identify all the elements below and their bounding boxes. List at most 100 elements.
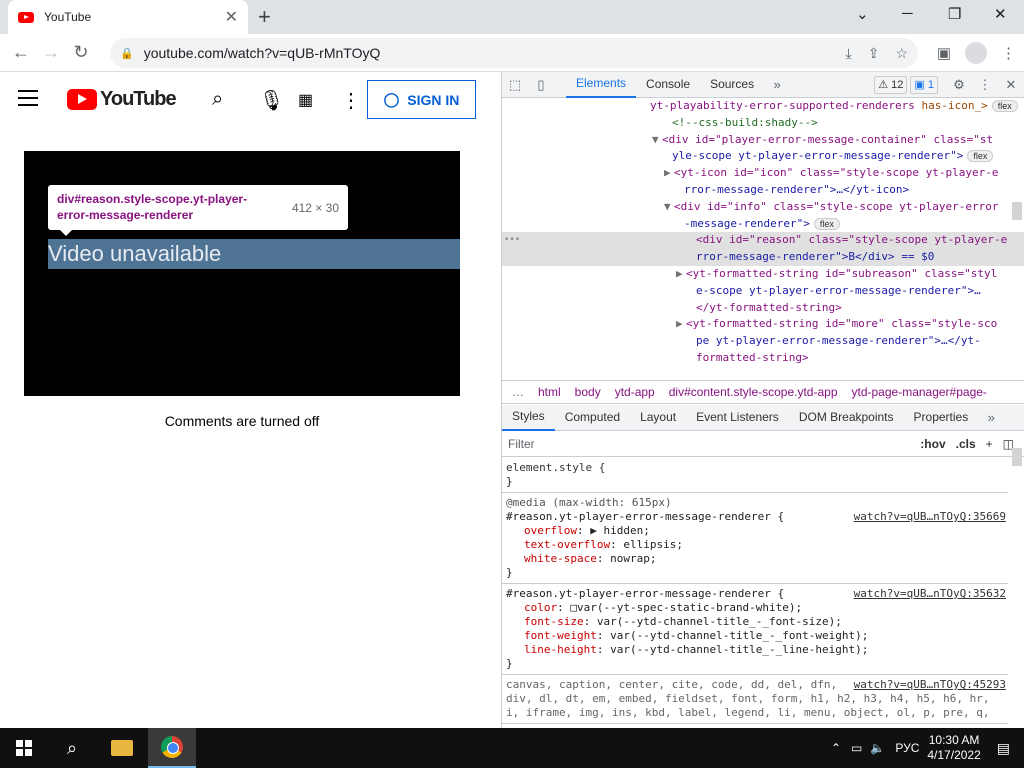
dom-node-line[interactable]: yt-playability-error-supported-renderers… <box>502 98 1024 115</box>
clock[interactable]: 10:30 AM 4/17/2022 <box>927 733 980 763</box>
dom-node-line[interactable]: ▶ <yt-formatted-string id="subreason" cla… <box>502 266 1024 283</box>
breadcrumb-item[interactable]: ytd-app <box>615 385 655 399</box>
more-tabs-chevron-icon[interactable]: » <box>764 77 790 92</box>
styles-scrollbar[interactable] <box>1012 448 1022 466</box>
ua-selector-line[interactable]: div, dl, dt, em, embed, fieldset, font, … <box>506 692 1004 706</box>
device-toolbar-icon[interactable]: ▯ <box>528 77 554 93</box>
url-text[interactable]: youtube.com/watch?v=qUB-rMnTOyQ <box>144 45 830 61</box>
tab-console[interactable]: Console <box>636 72 700 97</box>
expand-toggle-icon[interactable]: ▶ <box>664 165 674 182</box>
breadcrumb-item[interactable]: div#content.style-scope.ytd-app <box>669 385 838 399</box>
tab-search-icon[interactable]: ⌄ <box>856 5 869 23</box>
network-icon[interactable]: ▭ <box>851 741 862 755</box>
node-actions-dots-icon[interactable]: ••• <box>504 232 520 249</box>
expand-toggle-icon[interactable]: ▼ <box>652 132 662 149</box>
minimize-button[interactable]: ─ <box>902 5 913 22</box>
styles-subtab[interactable]: Properties <box>904 405 979 430</box>
rule-selector[interactable]: #reason.yt-player-error-message-renderer… <box>506 587 784 600</box>
breadcrumb-item[interactable]: ytd-page-manager#page- <box>852 385 987 399</box>
forward-icon[interactable]: → <box>36 42 66 63</box>
more-options-icon[interactable]: ⋮ <box>341 88 361 113</box>
reload-icon[interactable]: ↻ <box>66 42 96 63</box>
dom-node-line[interactable]: -message-renderer"> flex <box>502 216 1024 233</box>
dom-node-line[interactable]: ▶ <yt-icon id="icon" class="style-scope y… <box>502 165 1024 182</box>
windows-start-icon[interactable] <box>16 740 32 756</box>
new-tab-button[interactable]: + <box>258 4 271 30</box>
breadcrumb-item[interactable]: … <box>512 385 524 399</box>
styles-subtab[interactable]: Event Listeners <box>686 405 789 430</box>
chrome-menu-icon[interactable]: ⋮ <box>1001 44 1016 62</box>
hov-toggle[interactable]: :hov <box>920 437 945 451</box>
apps-grid-icon[interactable]: ▦ <box>298 90 313 110</box>
hamburger-menu-icon[interactable] <box>18 90 38 111</box>
side-panel-icon[interactable]: ▣ <box>937 44 951 62</box>
rule-source-link[interactable]: watch?v=qUB…nTOyQ:35632 <box>854 587 1006 601</box>
dom-node-line[interactable]: ▼ <div id="player-error-message-container… <box>502 132 1024 149</box>
dom-tree[interactable]: yt-playability-error-supported-renderers… <box>502 98 1024 376</box>
tray-overflow-chevron-icon[interactable]: ⌃ <box>831 741 841 755</box>
address-bar[interactable]: 🔒 youtube.com/watch?v=qUB-rMnTOyQ ⤓ ⇪ ☆ <box>110 38 918 68</box>
dom-node-line[interactable]: ••• <div id="reason" class="style-scope y… <box>502 232 1024 250</box>
profile-avatar[interactable] <box>965 42 987 64</box>
dom-node-line[interactable]: pe yt-player-error-message-renderer">…</… <box>502 333 1024 350</box>
back-icon[interactable]: ← <box>6 42 36 63</box>
chrome-taskbar-icon[interactable] <box>148 728 196 768</box>
language-indicator[interactable]: РУС <box>895 741 919 755</box>
devtools-menu-icon[interactable]: ⋮ <box>972 77 998 93</box>
lock-icon[interactable]: 🔒 <box>120 47 134 60</box>
dom-node-line[interactable]: </yt-formatted-string> <box>502 300 1024 317</box>
close-tab-icon[interactable]: ✕ <box>225 7 238 27</box>
video-player[interactable]: div#reason.style-scope.yt-player-error-m… <box>24 151 460 396</box>
tab-elements[interactable]: Elements <box>566 71 637 98</box>
inspect-element-icon[interactable]: ⬚ <box>502 77 528 93</box>
dom-node-line[interactable]: e-scope yt-player-error-message-renderer… <box>502 283 1024 300</box>
share-icon[interactable]: ⇪ <box>868 45 880 62</box>
dom-node-line[interactable]: formatted-string> <box>502 350 1024 367</box>
more-subtabs-chevron-icon[interactable]: » <box>978 410 1004 425</box>
dom-node-line[interactable]: rror-message-renderer">B</div> == $0 <box>502 249 1024 266</box>
css-property[interactable]: overflow: ▶ hidden; <box>506 524 1004 538</box>
browser-tab-youtube[interactable]: YouTube ✕ <box>8 0 248 34</box>
issues-count-badge[interactable]: ▣ 1 <box>910 75 938 94</box>
file-explorer-icon[interactable] <box>98 728 146 768</box>
dom-scrollbar[interactable] <box>1012 202 1022 220</box>
bookmark-star-icon[interactable]: ☆ <box>895 45 908 62</box>
dom-node-line[interactable]: rror-message-renderer">…</yt-icon> <box>502 182 1024 199</box>
breadcrumb-item[interactable]: body <box>575 385 601 399</box>
rule-source-link[interactable]: watch?v=qUB…nTOyQ:35669 <box>854 510 1006 524</box>
flex-badge[interactable]: flex <box>967 150 994 163</box>
breadcrumb-item[interactable]: html <box>538 385 561 399</box>
close-window-button[interactable]: ✕ <box>994 5 1007 23</box>
rule-source-link[interactable]: watch?v=qUB…nTOyQ:45293 <box>854 678 1006 692</box>
expand-toggle-icon[interactable]: ▼ <box>664 199 674 216</box>
css-property[interactable]: font-size: var(--ytd-channel-title_-_fon… <box>506 615 1004 629</box>
styles-subtab[interactable]: DOM Breakpoints <box>789 405 904 430</box>
youtube-logo[interactable]: YouTube <box>67 88 177 111</box>
close-devtools-icon[interactable]: ✕ <box>998 77 1024 93</box>
expand-toggle-icon[interactable]: ▶ <box>676 316 686 333</box>
tab-sources[interactable]: Sources <box>700 72 764 97</box>
element-style-selector[interactable]: element.style { <box>506 461 1004 475</box>
styles-filter-input[interactable]: Filter <box>508 437 920 451</box>
cls-toggle[interactable]: .cls <box>956 437 976 451</box>
warning-count-badge[interactable]: ⚠ 12 <box>874 75 908 94</box>
microphone-icon[interactable]: 🎙 <box>259 88 284 113</box>
dom-node-line[interactable]: yle-scope yt-player-error-message-render… <box>502 148 1024 165</box>
css-property[interactable]: line-height: var(--ytd-channel-title_-_l… <box>506 643 1004 657</box>
install-icon[interactable]: ⤓ <box>846 45 852 62</box>
flex-badge[interactable]: flex <box>813 217 840 230</box>
restore-button[interactable]: ❐ <box>948 5 961 23</box>
flex-badge[interactable]: flex <box>991 100 1018 112</box>
sign-in-button[interactable]: ◯ SIGN IN <box>367 80 476 119</box>
volume-icon[interactable]: 🔈 <box>870 741 885 755</box>
dom-node-line[interactable]: <!--css-build:shady--> <box>502 115 1024 132</box>
styles-subtab[interactable]: Computed <box>555 405 630 430</box>
css-property[interactable]: color: □var(--yt-spec-static-brand-white… <box>506 601 1004 615</box>
settings-gear-icon[interactable]: ⚙ <box>946 77 972 93</box>
styles-subtab[interactable]: Layout <box>630 405 686 430</box>
new-style-rule-icon[interactable]: + <box>986 437 993 451</box>
taskbar-search-icon[interactable]: ⌕ <box>48 728 96 768</box>
styles-subtab[interactable]: Styles <box>502 404 555 431</box>
css-property[interactable]: text-overflow: ellipsis; <box>506 538 1004 552</box>
dom-node-line[interactable]: ▼ <div id="info" class="style-scope yt-pl… <box>502 199 1024 216</box>
